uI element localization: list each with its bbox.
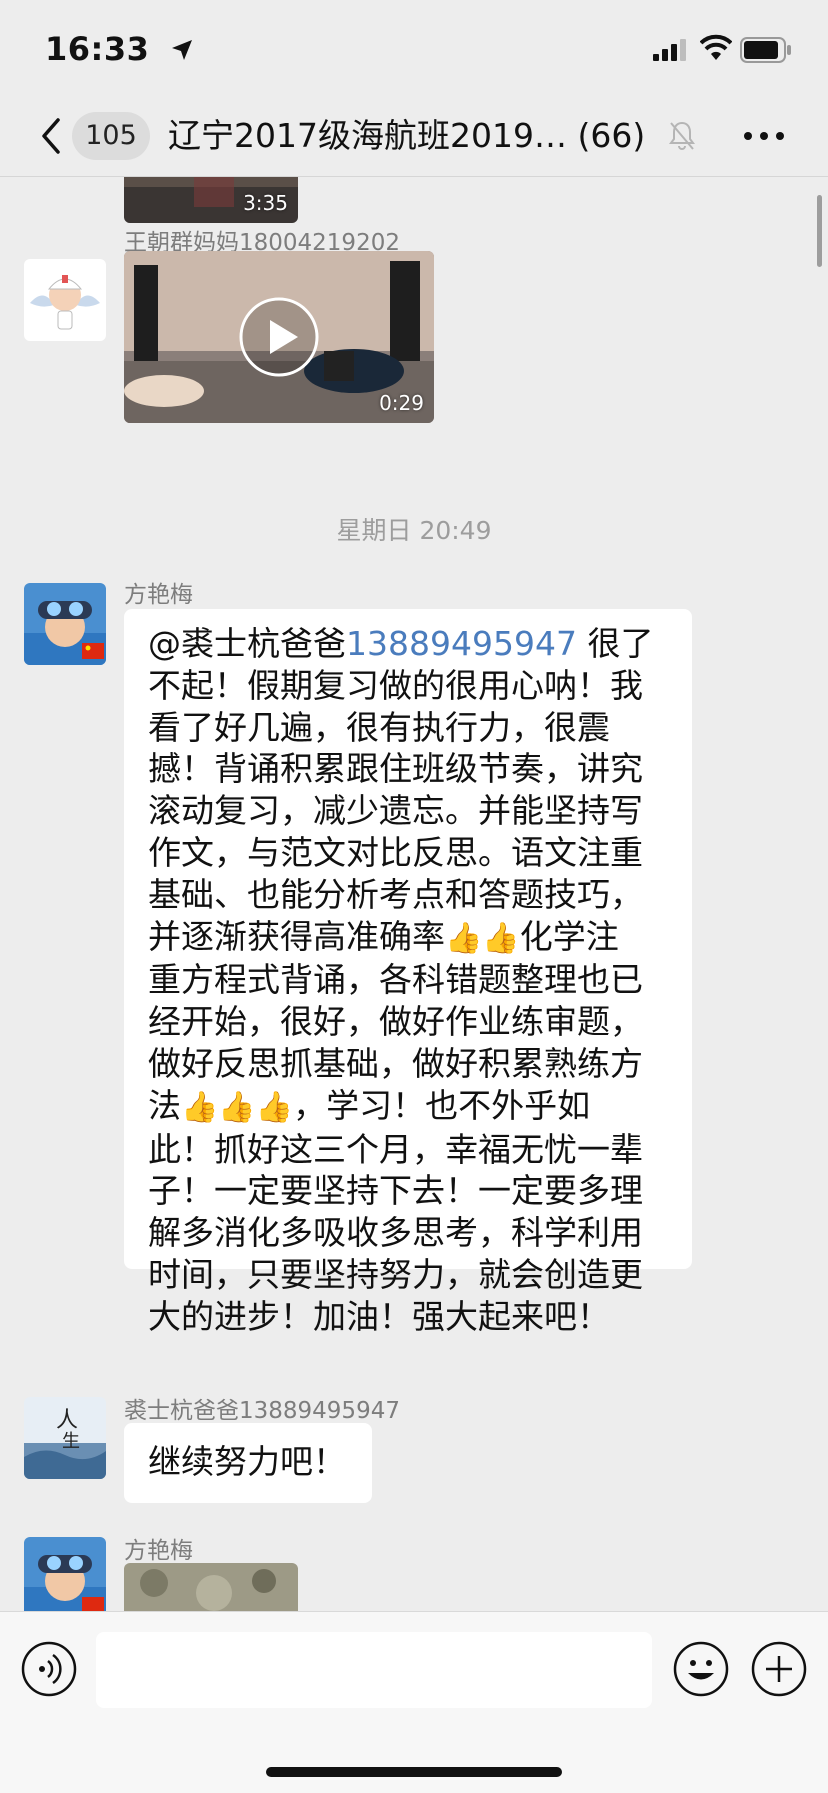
avatar[interactable]: 人 生: [24, 1397, 106, 1479]
message-text: 继续努力吧！: [148, 1442, 346, 1481]
image-thumbnail: [124, 1563, 298, 1611]
more-dots-icon[interactable]: [740, 116, 788, 156]
chevron-left-icon[interactable]: [38, 114, 64, 158]
battery-icon: [740, 37, 791, 63]
avatar[interactable]: [24, 1537, 106, 1611]
video-duration: 3:35: [243, 191, 288, 215]
message-input[interactable]: [96, 1632, 652, 1708]
svg-text:生: 生: [62, 1431, 80, 1452]
plus-icon[interactable]: [750, 1640, 808, 1698]
svg-text:人: 人: [56, 1408, 78, 1433]
cellular-signal-icon: [653, 39, 686, 61]
video-message[interactable]: 3:35: [124, 177, 298, 223]
sender-name: 方艳梅: [124, 1538, 193, 1564]
video-message[interactable]: 0:29: [124, 251, 434, 423]
timestamp-divider: 星期日 20:49: [336, 516, 492, 545]
smiley-icon[interactable]: [672, 1640, 730, 1698]
status-time: 16:33: [45, 30, 150, 68]
thumbs-up-emoji: 👍👍: [445, 920, 520, 956]
wifi-icon: [700, 34, 732, 60]
home-indicator: [266, 1767, 562, 1777]
bell-slash-icon: [669, 121, 695, 150]
phone-link[interactable]: 13889495947: [346, 624, 577, 663]
video-duration: 0:29: [379, 391, 424, 415]
avatar[interactable]: [24, 259, 106, 341]
message-bubble[interactable]: 继续努力吧！: [124, 1423, 372, 1503]
play-icon[interactable]: [238, 296, 320, 378]
chat-header: 105 辽宁2017级海航班2019… (66): [0, 100, 828, 177]
message-text-segment: 很了 不起！假期复习做的很用心呐！我 看了好几遍，很有执行力，很震 撼！背诵积累…: [148, 624, 654, 956]
message-input-bar: [0, 1611, 828, 1793]
chat-title[interactable]: 辽宁2017级海航班2019… (66): [168, 110, 668, 162]
chat-message-list[interactable]: 3:35 王朝群妈妈18004219202 0:29 星期日 20:49 方艳梅…: [0, 177, 828, 1611]
location-arrow-icon: [172, 40, 192, 60]
mention-text: @裘士杭爸爸: [148, 624, 346, 663]
unread-count-badge[interactable]: 105: [72, 112, 150, 160]
voice-icon[interactable]: [20, 1640, 78, 1698]
sender-name: 方艳梅: [124, 582, 193, 608]
image-message[interactable]: [124, 1563, 298, 1611]
thumbs-up-emoji: 👍👍👍: [181, 1089, 294, 1125]
message-text: @裘士杭爸爸13889495947 很了 不起！假期复习做的很用心呐！我 看了好…: [148, 623, 692, 1338]
avatar[interactable]: [24, 583, 106, 665]
message-bubble[interactable]: @裘士杭爸爸13889495947 很了 不起！假期复习做的很用心呐！我 看了好…: [124, 609, 692, 1336]
status-bar: 16:33: [0, 0, 828, 100]
sender-name: 裘士杭爸爸13889495947: [124, 1398, 400, 1424]
scrollbar[interactable]: [817, 195, 822, 267]
